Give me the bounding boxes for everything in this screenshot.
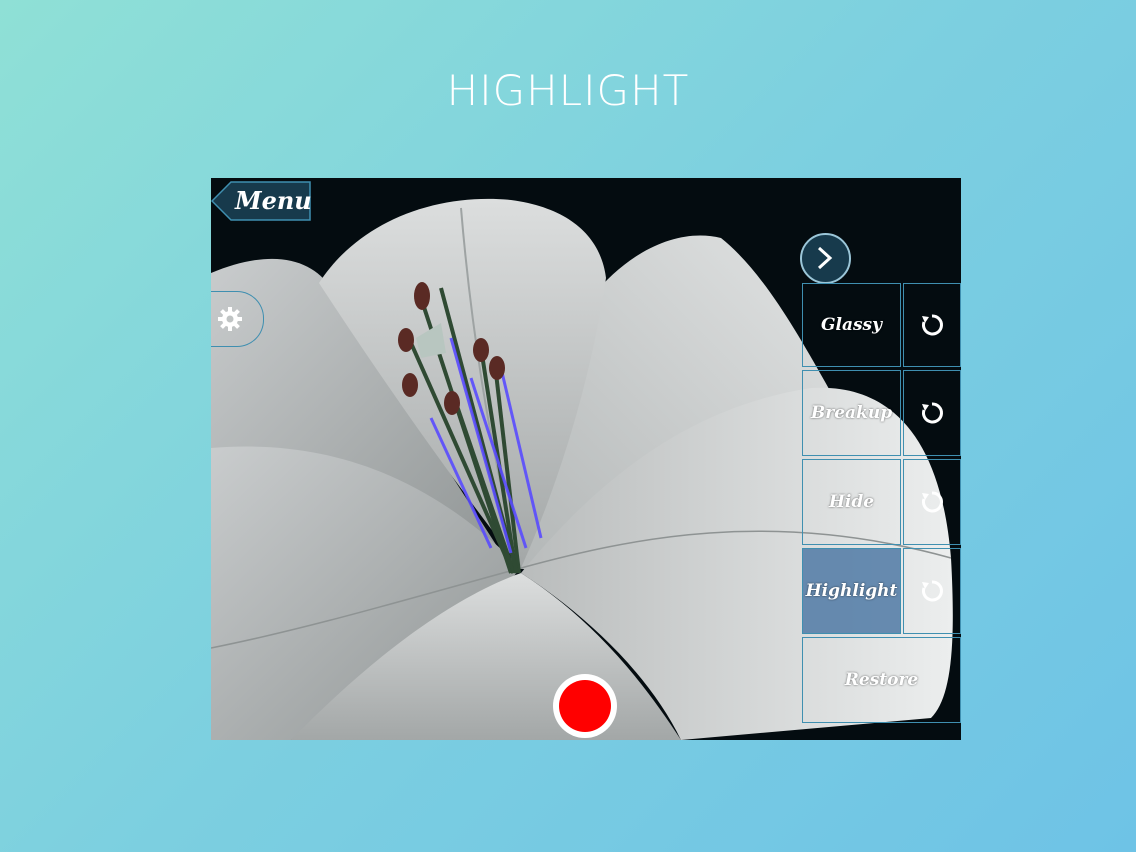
app-screen: Menu Glassy Breakup Hide Highlight Resto… — [211, 178, 961, 740]
rotate-ccw-icon — [922, 580, 943, 602]
hide-button[interactable]: Hide — [802, 459, 901, 545]
highlight-button[interactable]: Highlight — [802, 548, 901, 634]
next-button[interactable] — [800, 233, 851, 284]
glassy-label: Glassy — [820, 315, 882, 335]
breakup-label: Breakup — [810, 403, 893, 423]
reset-breakup-button[interactable] — [903, 370, 961, 456]
reset-hide-button[interactable] — [903, 459, 961, 545]
record-icon — [559, 680, 611, 732]
chevron-right-icon — [817, 246, 833, 270]
rotate-ccw-icon — [922, 314, 943, 336]
reset-highlight-button[interactable] — [903, 548, 961, 634]
gear-icon — [218, 307, 242, 331]
highlight-label: Highlight — [805, 581, 898, 601]
record-button[interactable] — [553, 674, 617, 738]
hide-label: Hide — [828, 492, 875, 512]
restore-label: Restore — [844, 670, 919, 690]
rotate-ccw-icon — [922, 491, 943, 513]
menu-button[interactable]: Menu — [211, 181, 312, 221]
glassy-button[interactable]: Glassy — [802, 283, 901, 367]
reset-glassy-button[interactable] — [903, 283, 961, 367]
menu-label: Menu — [235, 186, 312, 215]
settings-button[interactable] — [211, 291, 264, 347]
breakup-button[interactable]: Breakup — [802, 370, 901, 456]
restore-button[interactable]: Restore — [802, 637, 961, 723]
rotate-ccw-icon — [922, 402, 943, 424]
page-title: HIGHLIGHT — [446, 66, 690, 115]
